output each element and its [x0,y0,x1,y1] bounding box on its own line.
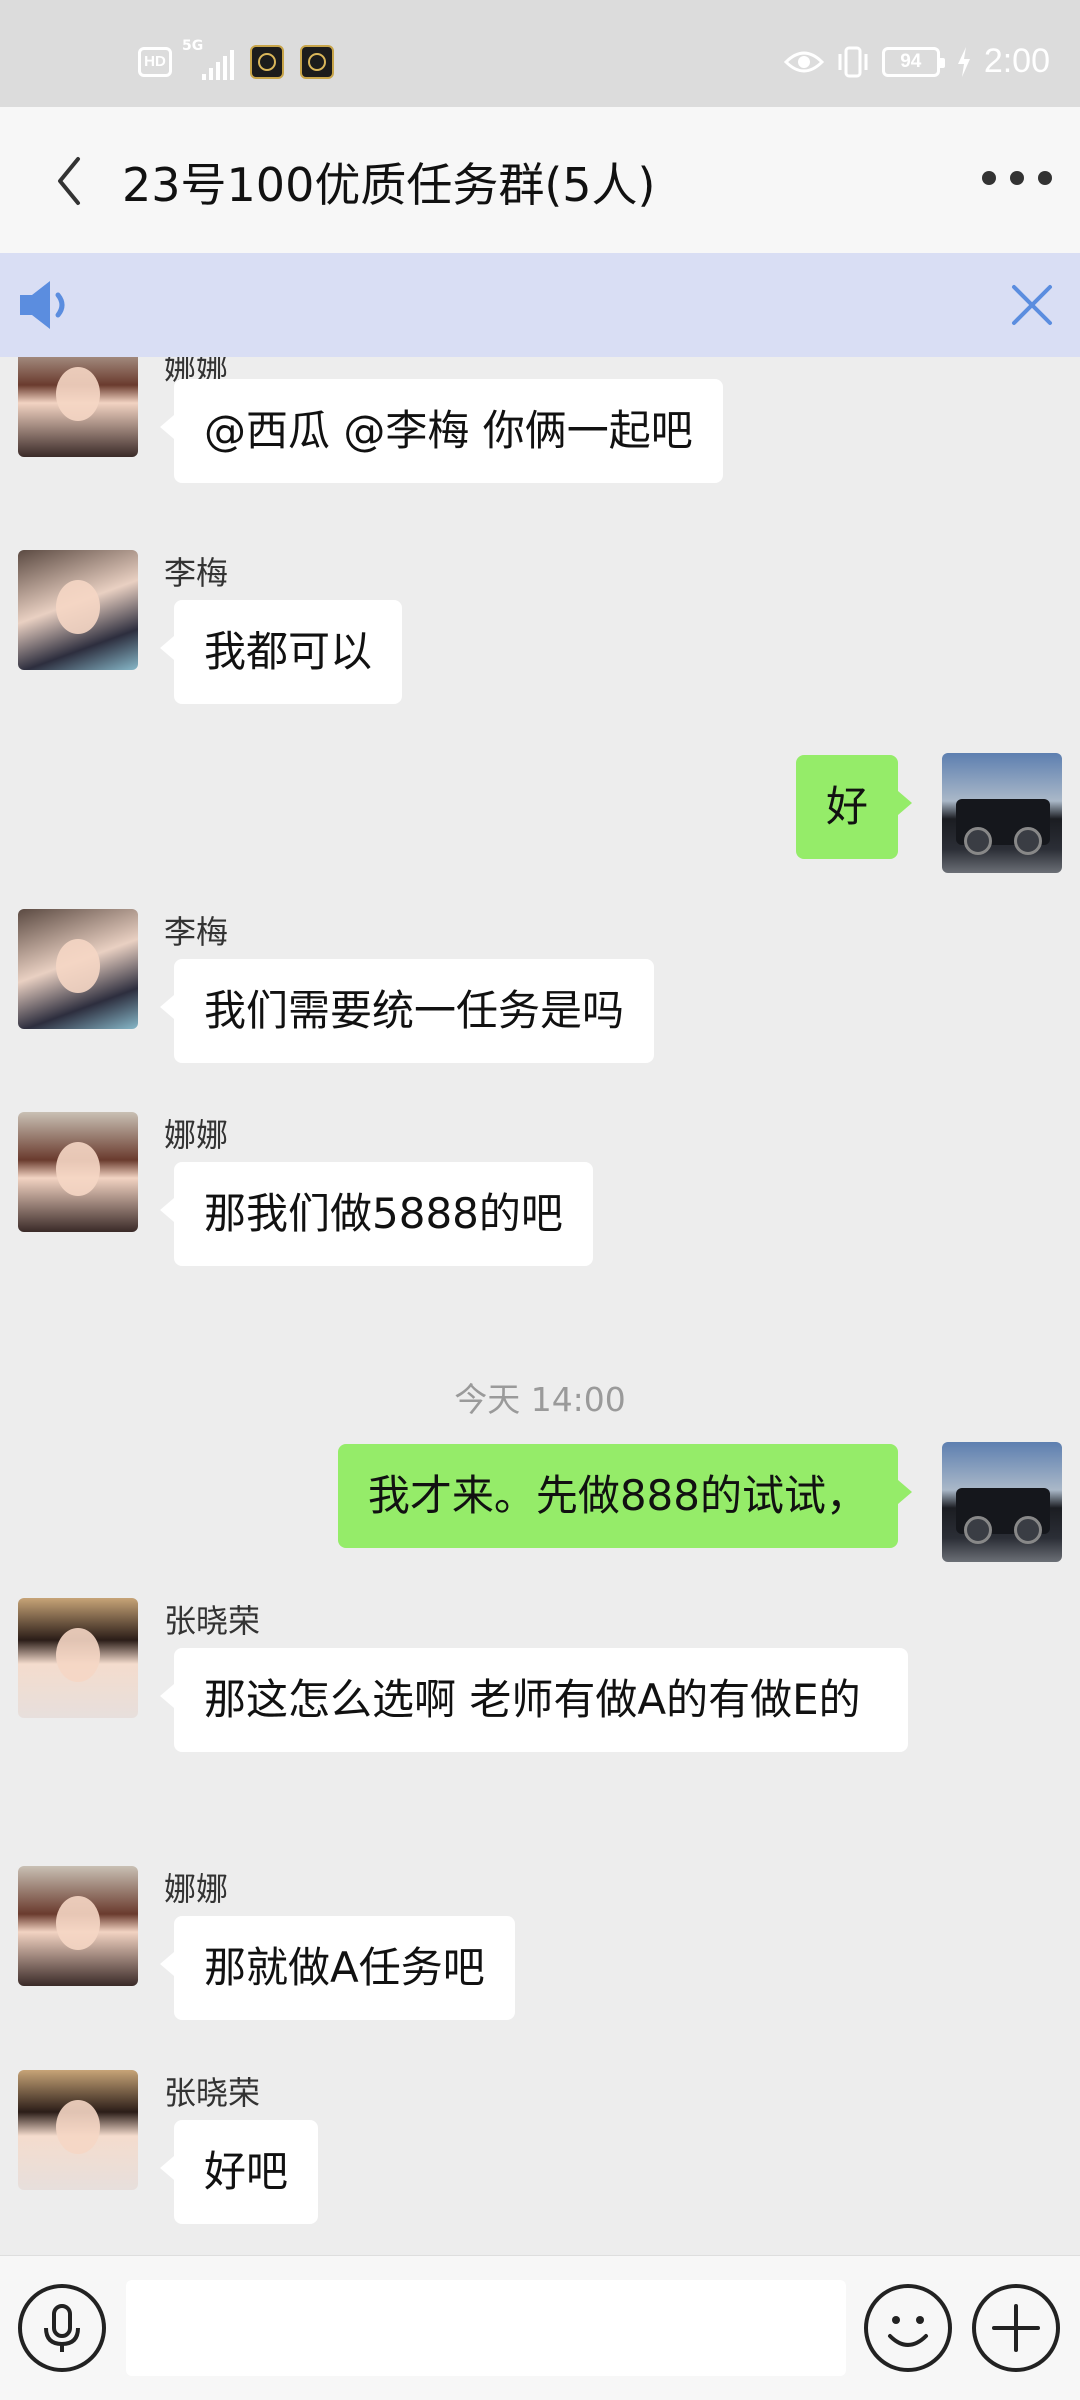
app-notification-icon [300,45,334,79]
battery-icon: 94 [881,46,945,77]
hd-badge: HD [138,47,172,77]
app-notification-icon [250,45,284,79]
clock: 2:00 [983,42,1050,80]
avatar[interactable] [18,1866,138,1986]
avatar[interactable] [942,1442,1062,1562]
emoji-icon[interactable] [862,2282,954,2374]
message-bubble[interactable]: 我才来。先做888的试试， [337,1444,913,1548]
status-left: HD 5G [138,38,334,80]
message-list[interactable]: 娜娜 @西瓜 @李梅 你俩一起吧 李梅 我都可以 好 李梅 我们需要统一任务是吗… [0,357,1080,2255]
chat-title: 23号100优质任务群(5人) [122,158,656,212]
network-type: 5G [182,38,204,54]
avatar[interactable] [18,909,138,1029]
more-dots-icon[interactable] [982,163,1052,193]
message-bubble[interactable]: 我们需要统一任务是吗 [159,959,655,1063]
message-bubble[interactable]: 好 [795,755,913,859]
message-bubble[interactable]: 我都可以 [159,600,403,704]
message-bubble[interactable]: 好吧 [159,2120,319,2224]
message-bubble[interactable]: 那我们做5888的吧 [160,1162,593,1266]
message-bubble[interactable]: 那就做A任务吧 [160,1916,515,2020]
sender-name: 张晓荣 [164,1602,261,1640]
avatar[interactable] [942,753,1062,873]
sender-name: 李梅 [164,913,229,951]
status-bar: HD 5G 94 2:00 [0,0,1080,107]
avatar[interactable] [18,2070,138,2190]
sender-name: 张晓荣 [164,2074,261,2112]
chat-header: 23号100优质任务群(5人) [0,107,1080,253]
eye-icon [783,51,824,72]
sender-name: 娜娜 [164,1870,229,1908]
close-icon[interactable] [1010,283,1054,327]
speaker-icon [20,281,65,329]
plus-icon[interactable] [970,2282,1062,2374]
sender-name: 李梅 [164,554,229,592]
charging-icon [957,46,970,77]
input-bar [0,2255,1080,2400]
vibrate-icon [838,46,868,77]
sender-name: 娜娜 [164,1116,229,1154]
message-bubble[interactable]: @西瓜 @李梅 你俩一起吧 [160,379,723,483]
message-bubble[interactable]: 那这怎么选啊 老师有做A的有做E的 [160,1648,908,1752]
avatar[interactable] [18,357,138,457]
avatar[interactable] [18,1112,138,1232]
voice-icon[interactable] [16,2282,108,2374]
avatar[interactable] [18,550,138,670]
voice-banner[interactable] [0,253,1080,357]
signal-icon: 5G [182,38,234,80]
time-divider: 今天 14:00 [454,1380,626,1419]
back-arrow-icon[interactable] [50,153,90,209]
message-input[interactable] [126,2280,846,2376]
status-right: 94 2:00 [783,42,1050,81]
avatar[interactable] [18,1598,138,1718]
